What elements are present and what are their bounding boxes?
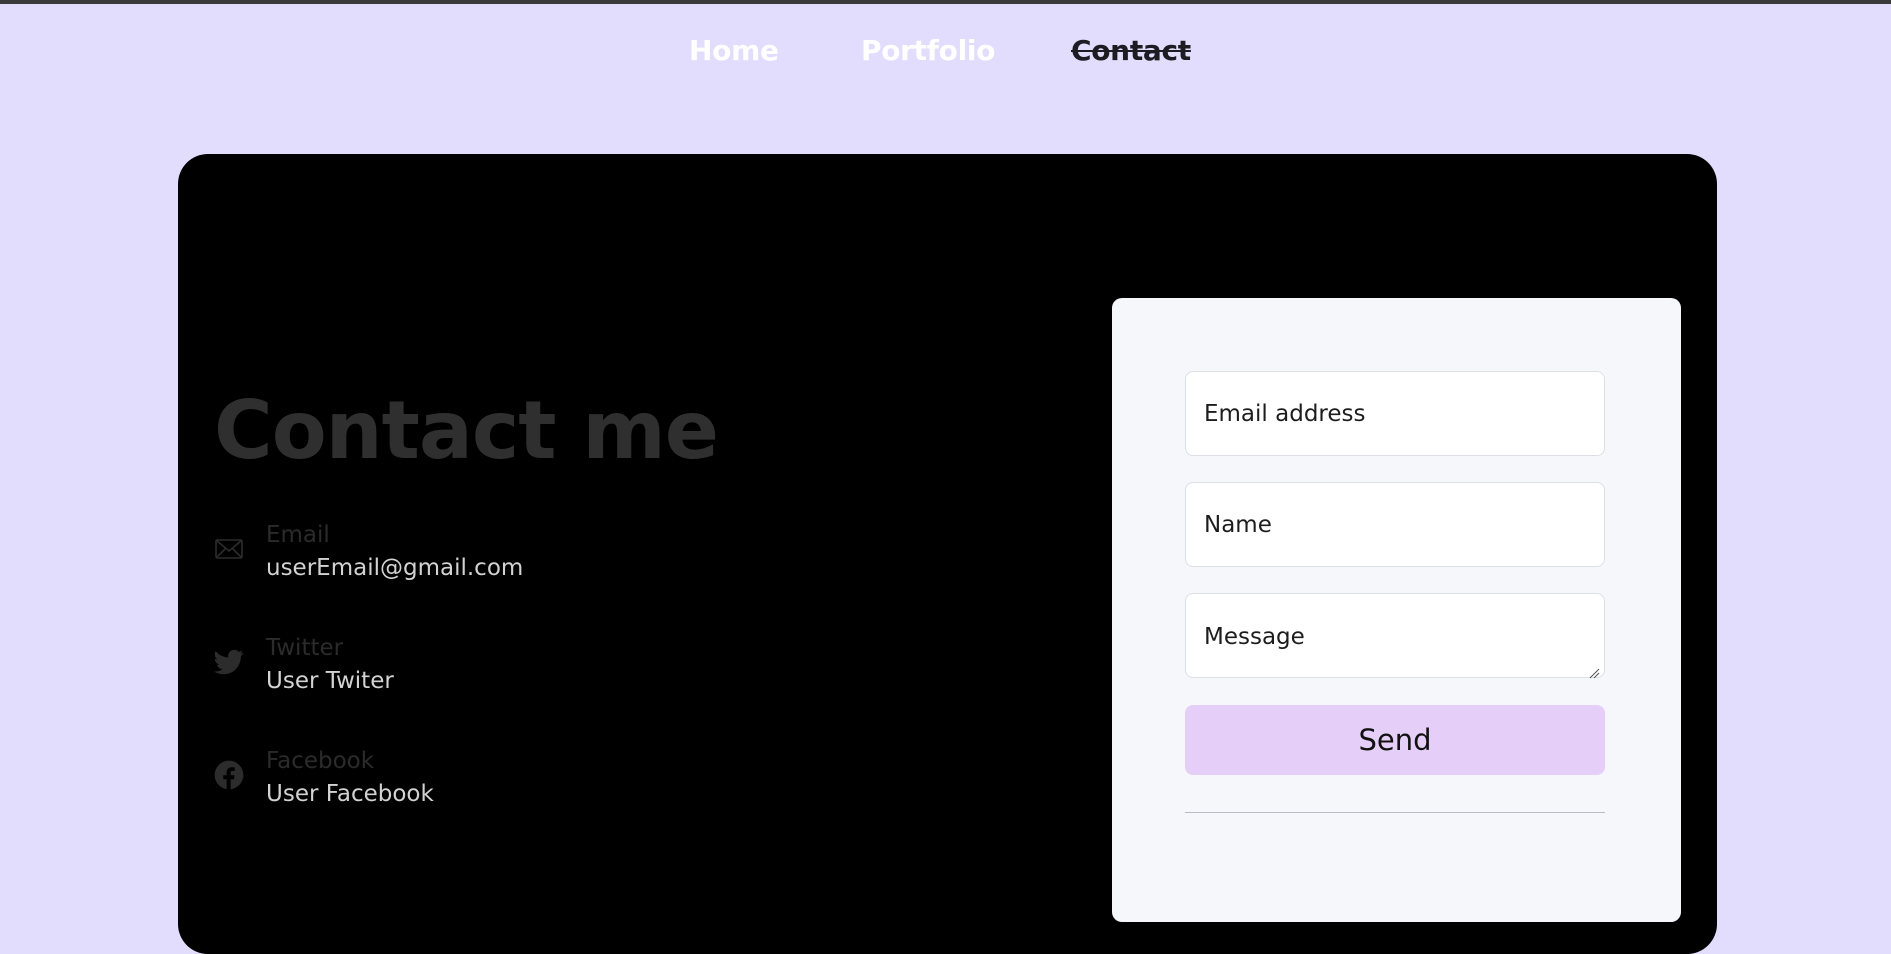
name-field[interactable]: [1185, 482, 1605, 567]
page-title: Contact me: [214, 384, 719, 477]
contact-item-value[interactable]: User Facebook: [266, 778, 434, 810]
top-navigation: Home Portfolio Contact: [0, 4, 1891, 92]
facebook-icon: [214, 760, 244, 790]
contact-item-value[interactable]: User Twiter: [266, 665, 394, 697]
resize-handle-icon[interactable]: [1589, 668, 1600, 679]
contact-item-facebook: Facebook User Facebook: [214, 746, 734, 812]
contact-item-email: Email userEmail@gmail.com: [214, 520, 734, 586]
contact-item-twitter: Twitter User Twiter: [214, 633, 734, 699]
contact-item-label: Facebook: [266, 748, 375, 774]
contact-card: Contact me Email userEmail@gmail.com Twi…: [178, 154, 1717, 954]
twitter-icon: [214, 647, 244, 677]
email-field[interactable]: [1185, 371, 1605, 456]
nav-link-contact[interactable]: Contact: [1071, 32, 1191, 70]
contact-item-value[interactable]: userEmail@gmail.com: [266, 552, 523, 584]
envelope-icon: [214, 534, 244, 564]
send-button[interactable]: Send: [1185, 705, 1605, 775]
form-divider: [1185, 812, 1605, 813]
nav-link-portfolio[interactable]: Portfolio: [861, 32, 995, 70]
contact-item-label: Email: [266, 522, 330, 548]
contact-item-label: Twitter: [266, 635, 344, 661]
nav-link-home[interactable]: Home: [689, 32, 779, 70]
message-field[interactable]: [1185, 593, 1605, 678]
contact-form: Send: [1112, 298, 1681, 922]
